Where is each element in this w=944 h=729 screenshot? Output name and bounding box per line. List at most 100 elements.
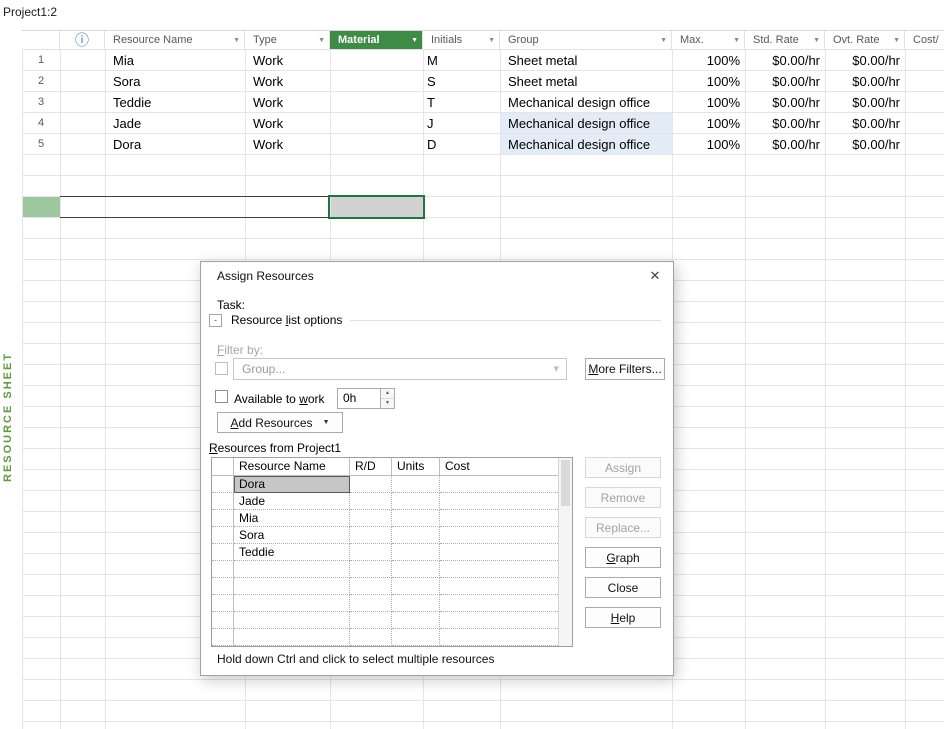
cell-ovt-rate[interactable]: $0.00/hr [825,50,905,71]
group-filter-combobox[interactable]: Group... ▾ [233,358,567,380]
cell-group[interactable]: Mechanical design office [500,134,672,155]
cell-initials[interactable]: D [423,134,500,155]
dialog-titlebar[interactable]: Assign Resources [201,262,633,290]
cell-max[interactable]: 100% [672,113,745,134]
grid-scrollbar[interactable] [558,458,572,646]
close-dialog-button[interactable]: Close [585,577,661,598]
cell-max[interactable]: 100% [672,92,745,113]
cell-initials[interactable]: M [423,50,500,71]
units-cell[interactable] [392,561,440,578]
available-to-work-checkbox[interactable] [215,390,228,403]
cost-cell[interactable] [440,510,558,527]
cell-group[interactable]: Sheet metal [500,50,672,71]
cell-resource-name[interactable]: Dora [105,134,245,155]
selected-row-header[interactable] [22,197,60,218]
close-button[interactable]: ✕ [638,263,672,289]
units-cell[interactable] [392,629,440,646]
cell-material[interactable] [330,92,423,113]
resource-name-cell[interactable]: Dora [234,476,350,493]
column-header-std-rate[interactable]: Std. Rate ▼ [745,31,825,49]
cell-material[interactable] [330,134,423,155]
resource-list-options-toggle[interactable]: - [209,313,222,327]
row-selector[interactable] [212,612,234,629]
rd-cell[interactable] [350,595,392,612]
rd-cell[interactable] [350,544,392,561]
resource-name-cell[interactable]: Teddie [234,544,350,561]
cell-cost[interactable] [905,113,944,134]
rd-cell[interactable] [350,510,392,527]
resource-row[interactable]: Teddie [212,544,572,561]
cell-material[interactable] [330,113,423,134]
cell-std-rate[interactable]: $0.00/hr [745,50,825,71]
units-cell[interactable] [392,493,440,510]
cell-type[interactable]: Work [245,50,330,71]
cost-cell[interactable] [440,476,558,493]
dropdown-icon[interactable]: ▼ [233,37,240,44]
row-selector[interactable] [212,544,234,561]
column-header-cost[interactable]: Cost/ [905,31,944,49]
cell-initials[interactable]: J [423,113,500,134]
filter-checkbox[interactable] [215,362,228,375]
replace-button[interactable]: Replace... [585,517,661,538]
cell-info[interactable] [60,50,105,71]
select-all-corner-cell[interactable] [22,31,60,49]
column-header-initials[interactable]: Initials ▼ [423,31,500,49]
resource-name-cell[interactable] [234,578,350,595]
cell-ovt-rate[interactable]: $0.00/hr [825,113,905,134]
cell-material[interactable] [330,50,423,71]
cost-cell[interactable] [440,493,558,510]
rd-cell[interactable] [350,493,392,510]
dropdown-icon[interactable]: ▼ [893,37,900,44]
help-button[interactable]: Help [585,607,661,628]
resource-name-cell[interactable]: Mia [234,510,350,527]
spin-up-button[interactable]: ▲ [381,389,394,399]
cell-initials[interactable]: S [423,71,500,92]
spin-down-button[interactable]: ▼ [381,399,394,408]
units-cell[interactable] [392,578,440,595]
cell-material[interactable] [330,71,423,92]
rd-cell[interactable] [350,612,392,629]
rd-cell[interactable] [350,527,392,544]
cell-group[interactable]: Mechanical design office [500,92,672,113]
cell-resource-name[interactable]: Sora [105,71,245,92]
resource-name-cell[interactable] [234,595,350,612]
column-header-type[interactable]: Type ▼ [245,31,330,49]
dropdown-icon[interactable]: ▼ [813,37,820,44]
cell-ovt-rate[interactable]: $0.00/hr [825,92,905,113]
more-filters-button[interactable]: More Filters... [585,358,665,380]
cell-cost[interactable] [905,71,944,92]
dropdown-icon[interactable]: ▼ [411,37,418,44]
column-header-max[interactable]: Max. ▼ [672,31,745,49]
rd-cell[interactable] [350,578,392,595]
cell-info[interactable] [60,92,105,113]
row-selector[interactable] [212,561,234,578]
units-cell[interactable] [392,595,440,612]
cell-resource-name[interactable]: Mia [105,50,245,71]
scrollbar-thumb[interactable] [561,460,570,506]
row-selector[interactable] [212,510,234,527]
resource-row[interactable]: Jade [212,493,572,510]
cell-initials[interactable]: T [423,92,500,113]
column-header-resource-name[interactable]: Resource Name ▼ [105,31,245,49]
resource-row-empty[interactable] [212,561,572,578]
column-header-ovt-rate[interactable]: Ovt. Rate ▼ [825,31,905,49]
row-number[interactable]: 3 [22,92,60,113]
cell-group[interactable]: Sheet metal [500,71,672,92]
resource-row-empty[interactable] [212,595,572,612]
resource-name-cell[interactable] [234,629,350,646]
resource-name-cell[interactable]: Jade [234,493,350,510]
resource-row-empty[interactable] [212,629,572,646]
rd-cell[interactable] [350,561,392,578]
row-selector[interactable] [212,493,234,510]
cost-cell[interactable] [440,527,558,544]
cell-std-rate[interactable]: $0.00/hr [745,113,825,134]
add-resources-button[interactable]: Add Resources ▼ [217,412,343,433]
row-selector[interactable] [212,629,234,646]
row-number[interactable]: 1 [22,50,60,71]
units-cell[interactable] [392,510,440,527]
row-number[interactable]: 2 [22,71,60,92]
row-number[interactable]: 4 [22,113,60,134]
cost-cell[interactable] [440,595,558,612]
work-amount-input[interactable]: 0h [337,388,381,409]
rd-cell[interactable] [350,629,392,646]
